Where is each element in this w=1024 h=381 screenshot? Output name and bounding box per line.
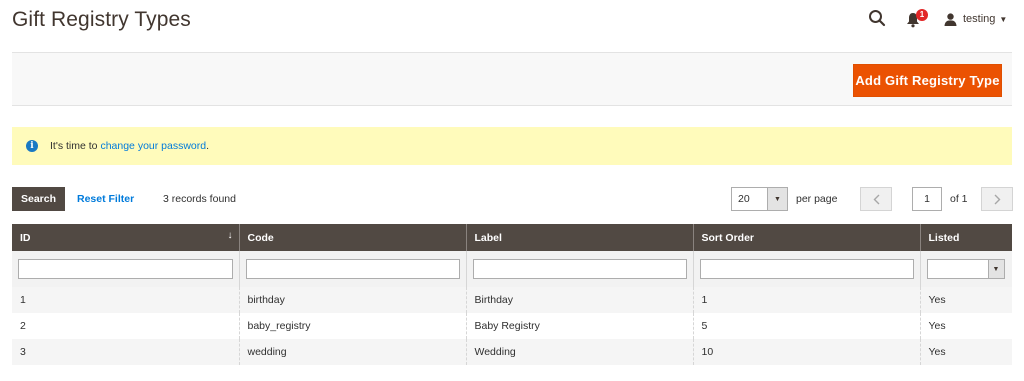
cell-sort-order: 1 [692,287,920,313]
notification-count-badge: 1 [916,9,928,21]
next-page-button[interactable] [981,187,1013,211]
reset-filter-link[interactable]: Reset Filter [77,193,134,205]
chevron-right-icon [994,194,1000,204]
page-title: Gift Registry Types [12,8,191,31]
cell-label: Wedding [465,339,693,365]
system-message: i It's time to change your password. [12,127,1012,165]
notifications-button[interactable]: 1 [904,9,928,31]
cell-code: wedding [238,339,466,365]
per-page-value: 20 [738,193,750,205]
info-icon: i [26,140,38,152]
table-row[interactable]: 2 baby_registry Baby Registry 5 Yes [12,313,1012,339]
search-button[interactable]: Search [12,187,65,211]
message-suffix: . [206,140,210,152]
records-count: 3 records found [163,193,236,205]
cell-label: Baby Registry [465,313,693,339]
column-header-listed[interactable]: Listed [919,224,1012,251]
user-name: testing [963,13,996,25]
per-page-label: per page [796,193,838,205]
filter-sort-order-input[interactable] [699,259,914,279]
user-icon [944,12,957,26]
add-gift-registry-type-button[interactable]: Add Gift Registry Type [853,64,1002,97]
filter-id-input[interactable] [18,259,233,279]
user-menu[interactable]: testing ▼ [944,10,1007,28]
filter-row: ▼ [12,251,1012,287]
cell-id: 3 [12,339,239,365]
caret-down-icon: ▼ [987,260,1004,278]
column-header-id[interactable]: ID ↓ [12,224,239,251]
cell-sort-order: 10 [692,339,920,365]
previous-page-button[interactable] [860,187,892,211]
gift-registry-grid: ID ↓ Code Label Sort Order Listed ▼ 1 bir… [12,224,1012,365]
column-header-label[interactable]: Label [465,224,693,251]
filter-label-input[interactable] [472,259,687,279]
table-row[interactable]: 1 birthday Birthday 1 Yes [12,287,1012,313]
filter-listed-select[interactable]: ▼ [926,259,1005,279]
current-page-input[interactable] [912,187,942,211]
filter-code-input[interactable] [245,259,460,279]
table-row[interactable]: 3 wedding Wedding 10 Yes [12,339,1012,365]
cell-code: baby_registry [238,313,466,339]
search-icon[interactable] [868,9,888,29]
per-page-select[interactable]: 20 ▼ [731,187,788,211]
chevron-left-icon [873,194,879,204]
cell-id: 1 [12,287,239,313]
cell-code: birthday [238,287,466,313]
cell-listed: Yes [919,287,1012,313]
cell-id: 2 [12,313,239,339]
cell-sort-order: 5 [692,313,920,339]
change-password-link[interactable]: change your password [100,140,206,152]
cell-listed: Yes [919,313,1012,339]
column-header-sort-order[interactable]: Sort Order [692,224,920,251]
page-actions-bar: Add Gift Registry Type [12,52,1012,106]
grid-toolbar: Search Reset Filter 3 records found 20 ▼… [12,187,1013,211]
cell-label: Birthday [465,287,693,313]
sort-arrow-icon: ↓ [227,230,233,241]
page-count: of 1 [950,193,968,205]
column-header-code[interactable]: Code [238,224,466,251]
caret-down-icon: ▼ [767,188,787,210]
cell-listed: Yes [919,339,1012,365]
message-prefix: It's time to [50,140,98,152]
caret-down-icon: ▼ [999,14,1008,24]
